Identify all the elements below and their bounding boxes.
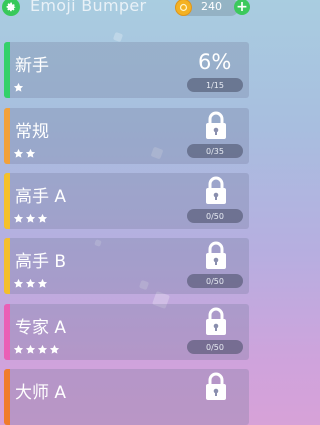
star-icon bbox=[25, 144, 36, 158]
lock-icon bbox=[204, 372, 228, 402]
top-bar: Emoji Bumper 240 + bbox=[0, 0, 254, 18]
star-icon bbox=[25, 209, 36, 223]
lock-icon bbox=[204, 307, 228, 337]
star-icon bbox=[37, 209, 48, 223]
star-icon bbox=[25, 340, 36, 354]
coin-counter: 240 bbox=[175, 0, 239, 16]
level-color-stripe bbox=[4, 108, 10, 164]
level-progress-badge: 0/50 bbox=[187, 274, 243, 288]
level-color-stripe bbox=[4, 173, 10, 229]
settings-button[interactable] bbox=[2, 0, 20, 16]
level-color-stripe bbox=[4, 42, 10, 98]
level-progress-badge: 0/35 bbox=[187, 144, 243, 158]
difficulty-stars bbox=[13, 274, 48, 288]
star-icon bbox=[25, 274, 36, 288]
level-name: 高手 A bbox=[15, 187, 67, 207]
coin-icon bbox=[175, 0, 192, 16]
star-icon bbox=[37, 340, 48, 354]
add-coins-button[interactable]: + bbox=[234, 0, 250, 15]
level-name: 常规 bbox=[15, 122, 49, 142]
level-color-stripe bbox=[4, 369, 10, 425]
level-progress-badge: 1/15 bbox=[187, 78, 243, 92]
star-icon bbox=[37, 274, 48, 288]
lock-icon bbox=[204, 111, 228, 141]
app-title: Emoji Bumper bbox=[30, 0, 147, 15]
background-sparkle bbox=[112, 31, 124, 43]
level-card[interactable]: 常规 0/35 bbox=[4, 108, 249, 164]
gear-icon bbox=[6, 2, 16, 12]
star-icon bbox=[13, 144, 24, 158]
level-color-stripe bbox=[4, 304, 10, 360]
level-card[interactable]: 大师 A bbox=[4, 369, 249, 425]
star-icon bbox=[13, 78, 24, 92]
difficulty-stars bbox=[13, 209, 48, 223]
level-card[interactable]: 专家 A 0/50 bbox=[4, 304, 249, 360]
lock-icon bbox=[204, 241, 228, 271]
level-card[interactable]: 新手 6% 1/15 bbox=[4, 42, 249, 98]
level-progress-badge: 0/50 bbox=[187, 209, 243, 223]
star-icon bbox=[13, 209, 24, 223]
difficulty-stars bbox=[13, 144, 36, 158]
star-icon bbox=[13, 274, 24, 288]
level-name: 新手 bbox=[15, 56, 49, 76]
level-name: 专家 A bbox=[15, 318, 67, 338]
star-icon bbox=[13, 340, 24, 354]
star-icon bbox=[49, 340, 60, 354]
level-name: 大师 A bbox=[15, 383, 67, 403]
lock-icon bbox=[204, 176, 228, 206]
level-card[interactable]: 高手 A 0/50 bbox=[4, 173, 249, 229]
completion-percent: 6% bbox=[198, 50, 232, 74]
coin-count: 240 bbox=[201, 0, 222, 13]
level-progress-badge: 0/50 bbox=[187, 340, 243, 354]
level-card[interactable]: 高手 B 0/50 bbox=[4, 238, 249, 294]
difficulty-stars bbox=[13, 78, 24, 92]
level-color-stripe bbox=[4, 238, 10, 294]
level-name: 高手 B bbox=[15, 252, 67, 272]
difficulty-stars bbox=[13, 340, 60, 354]
